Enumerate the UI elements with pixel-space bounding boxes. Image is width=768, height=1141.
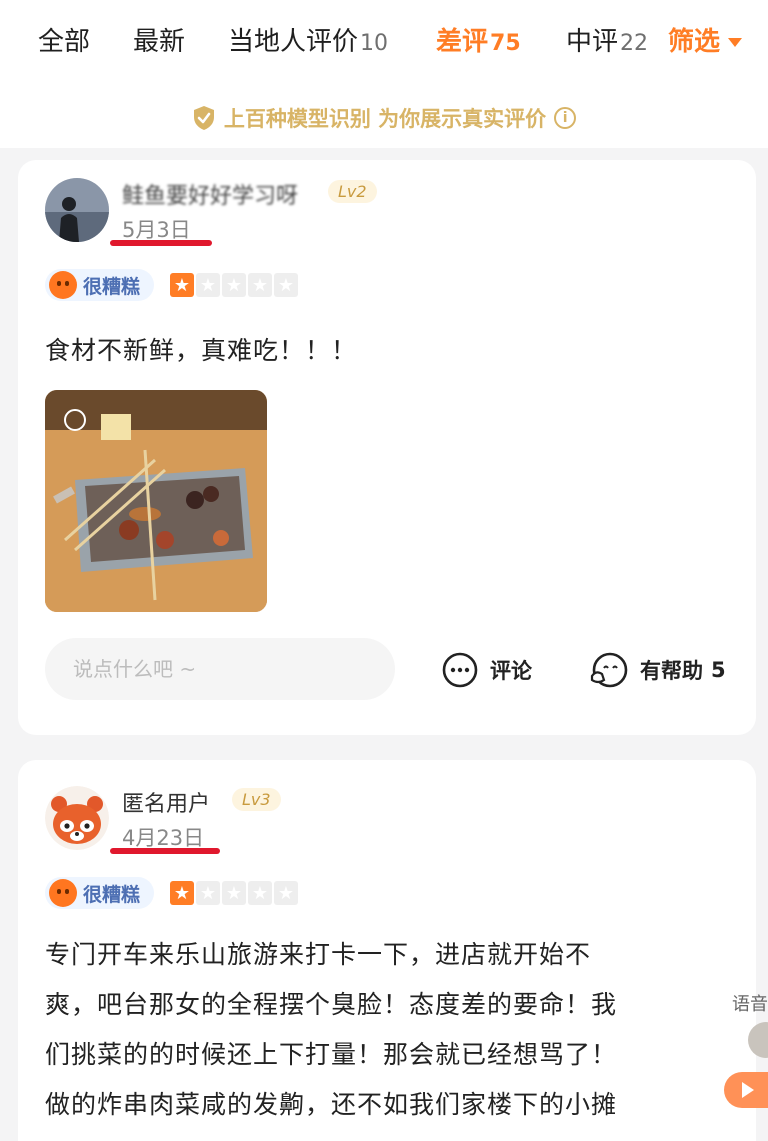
tab-latest-label: 最新 — [133, 27, 186, 57]
rating-badge: 很糟糕 — [45, 269, 155, 301]
rating-badge: 很糟糕 — [45, 877, 155, 909]
star-icon: ★ — [170, 881, 194, 905]
star-rating: ★ ★ ★ ★ ★ — [170, 273, 300, 297]
username[interactable]: 鲑鱼要好好学习呀 — [122, 178, 298, 210]
review-photo[interactable] — [45, 390, 267, 612]
avatar[interactable] — [45, 178, 109, 242]
review-card: 匿名用户 Lv3 4月23日 很糟糕 ★ ★ ★ ★ ★ 专门开车来乐山旅游来打… — [18, 760, 756, 1141]
voice-label[interactable]: 语音 — [732, 990, 768, 1016]
star-icon: ★ — [222, 273, 246, 297]
filter-label: 筛选 — [668, 27, 721, 57]
username[interactable]: 匿名用户 — [122, 786, 210, 818]
tab-neutral-label: 中评 — [566, 27, 619, 57]
star-icon: ★ — [222, 881, 246, 905]
star-icon: ★ — [196, 881, 220, 905]
star-icon: ★ — [170, 273, 194, 297]
comment-input[interactable]: 说点什么吧 ~ — [45, 638, 395, 700]
helpful-hand-icon — [590, 652, 628, 688]
sad-face-icon — [49, 879, 77, 907]
avatar[interactable] — [45, 786, 109, 850]
authenticity-banner: 上百种模型识别 为你展示真实评价 i — [0, 88, 768, 148]
review-text-line: 专门开车来乐山旅游来打卡一下，进店就开始不 — [45, 940, 592, 969]
tab-latest[interactable]: 最新 — [133, 22, 185, 62]
play-icon[interactable] — [724, 1072, 768, 1108]
tab-all-label: 全部 — [38, 27, 91, 57]
tab-local-label: 当地人评价 — [228, 27, 359, 57]
avatar-photo — [45, 178, 109, 242]
user-level-badge: Lv3 — [232, 788, 281, 811]
star-rating: ★ ★ ★ ★ ★ — [170, 881, 300, 905]
tab-neutral-count: 22 — [620, 31, 649, 56]
review-text: 专门开车来乐山旅游来打卡一下，进店就开始不 爽，吧台那女的全程摆个臭脸！态度差的… — [45, 930, 735, 1130]
comment-button[interactable]: 评论 — [440, 650, 532, 690]
star-icon: ★ — [274, 881, 298, 905]
food-photo-image — [45, 390, 267, 612]
tab-local-count: 10 — [360, 31, 389, 56]
review-text-line: 爽，吧台那女的全程摆个臭脸！态度差的要命！我 — [45, 990, 618, 1019]
review-tabs: 全部 最新 当地人评价10 差评75 中评22 筛选 — [0, 0, 768, 88]
date-underline-annotation — [110, 240, 212, 246]
filter-button[interactable]: 筛选 — [668, 22, 743, 62]
review-card: 鲑鱼要好好学习呀 Lv2 5月3日 很糟糕 ★ ★ ★ ★ ★ 食材不新鲜，真难… — [18, 160, 756, 735]
review-text-line: 们挑菜的的时候还上下打量！那会就已经想骂了！ — [45, 1040, 618, 1069]
date-underline-annotation — [110, 848, 220, 854]
banner-text: 上百种模型识别 为你展示真实评价 — [223, 107, 547, 131]
helpful-button[interactable]: 有帮助 5 — [588, 650, 726, 690]
sad-face-icon — [49, 271, 77, 299]
helpful-count: 5 — [711, 658, 726, 682]
tab-local-reviews[interactable]: 当地人评价10 — [228, 22, 388, 64]
star-icon: ★ — [248, 273, 272, 297]
review-text: 食材不新鲜，真难吃！！！ — [45, 336, 358, 365]
tab-neutral[interactable]: 中评22 — [566, 22, 648, 64]
comment-label: 评论 — [490, 659, 532, 683]
helpful-label: 有帮助 — [640, 659, 703, 683]
tab-all[interactable]: 全部 — [38, 22, 90, 62]
tab-negative[interactable]: 差评75 — [436, 22, 521, 64]
red-panda-avatar-icon — [45, 786, 109, 850]
star-icon: ★ — [248, 881, 272, 905]
caret-down-icon — [728, 38, 743, 47]
rating-label: 很糟糕 — [83, 883, 141, 906]
tab-negative-count: 75 — [490, 31, 521, 56]
rating-label: 很糟糕 — [83, 275, 141, 298]
star-icon: ★ — [274, 273, 298, 297]
tab-negative-label: 差评 — [436, 27, 489, 57]
info-icon[interactable]: i — [554, 107, 577, 129]
user-level-badge: Lv2 — [328, 180, 377, 203]
review-text-line: 做的炸串肉菜咸的发齁，还不如我们家楼下的小摊 — [45, 1090, 618, 1119]
shield-check-icon — [193, 106, 214, 130]
comment-bubble-icon — [442, 652, 478, 688]
star-icon: ★ — [196, 273, 220, 297]
